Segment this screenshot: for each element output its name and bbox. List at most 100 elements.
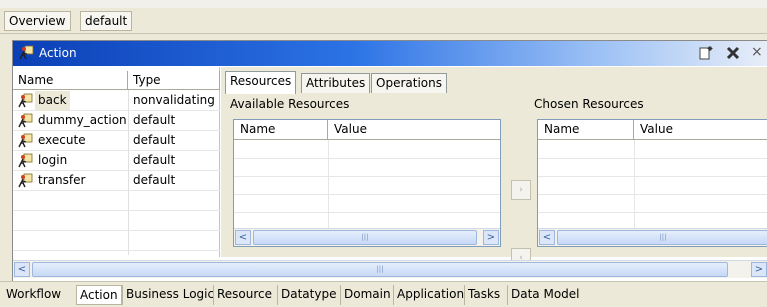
row-type: default bbox=[133, 153, 176, 167]
tab-label: Tasks bbox=[468, 287, 501, 301]
column-header-label: Name bbox=[544, 122, 580, 136]
scroll-left-button[interactable]: < bbox=[14, 262, 30, 277]
table-row[interactable]: dummy_action default bbox=[13, 111, 220, 131]
available-table-header: Name Value bbox=[234, 120, 500, 140]
row-name: login bbox=[38, 153, 68, 167]
empty-row bbox=[13, 211, 220, 231]
row-line bbox=[234, 176, 500, 177]
tab-business-logic[interactable]: Business Logic bbox=[122, 285, 217, 305]
tab-domain[interactable]: Domain bbox=[340, 285, 394, 305]
available-horizontal-scrollbar[interactable]: < ||| > bbox=[234, 228, 500, 246]
detail-pane: Resources Attributes Operations Availabl… bbox=[221, 67, 767, 268]
available-resources-table: Name Value < ||| > bbox=[233, 119, 501, 247]
row-name: transfer bbox=[38, 173, 86, 187]
tab-attributes[interactable]: Attributes bbox=[301, 73, 371, 93]
action-icon bbox=[18, 133, 33, 148]
row-type: default bbox=[133, 133, 176, 147]
tab-action[interactable]: Action bbox=[76, 285, 122, 305]
action-panel: Action × Name Type back nonvalidating du… bbox=[12, 40, 767, 288]
column-header-name-label: Name bbox=[18, 73, 54, 87]
tab-resources[interactable]: Resources bbox=[225, 71, 297, 94]
column-divider bbox=[328, 140, 329, 228]
scroll-thumb[interactable]: ||| bbox=[253, 230, 477, 245]
row-line bbox=[538, 212, 767, 213]
column-header-name[interactable]: Name bbox=[13, 71, 128, 90]
scroll-right-button[interactable]: > bbox=[751, 262, 767, 277]
editor-bottom-tab-bar: Workflow Action Business Logic Resource … bbox=[0, 281, 767, 307]
table-row[interactable]: login default bbox=[13, 151, 220, 171]
scroll-left-button[interactable]: < bbox=[235, 230, 251, 245]
empty-row bbox=[13, 231, 220, 251]
table-row[interactable]: execute default bbox=[13, 131, 220, 151]
row-name: execute bbox=[38, 133, 86, 147]
action-icon bbox=[18, 153, 33, 168]
row-line bbox=[234, 158, 500, 159]
move-right-icon[interactable]: › bbox=[511, 180, 531, 200]
tab-workflow[interactable]: Workflow bbox=[3, 285, 64, 305]
tab-label: Business Logic bbox=[126, 287, 215, 301]
row-type: default bbox=[133, 173, 176, 187]
tab-overview[interactable]: Overview bbox=[4, 11, 71, 31]
chosen-table-header: Name Value bbox=[538, 120, 767, 140]
row-type: default bbox=[133, 113, 176, 127]
new-document-icon[interactable] bbox=[698, 45, 714, 61]
chosen-resources-label: Chosen Resources bbox=[534, 97, 644, 111]
row-line bbox=[538, 158, 767, 159]
close-icon[interactable]: × bbox=[751, 45, 767, 61]
row-line bbox=[234, 194, 500, 195]
tab-label: Action bbox=[80, 288, 118, 302]
row-name: dummy_action bbox=[38, 113, 127, 127]
chosen-horizontal-scrollbar[interactable]: < ||| bbox=[538, 228, 767, 246]
column-header-value[interactable]: Value bbox=[634, 120, 767, 140]
scroll-thumb[interactable]: ||| bbox=[32, 262, 728, 277]
tab-attributes-label: Attributes bbox=[306, 76, 366, 90]
action-icon bbox=[18, 113, 33, 128]
column-header-value[interactable]: Value bbox=[328, 120, 428, 140]
tab-label: Workflow bbox=[6, 287, 62, 301]
column-header-type[interactable]: Type bbox=[128, 71, 220, 90]
scroll-left-button[interactable]: < bbox=[539, 230, 555, 245]
column-header-type-label: Type bbox=[133, 73, 161, 87]
tab-data-model[interactable]: Data Model bbox=[507, 285, 583, 305]
available-resources-label: Available Resources bbox=[230, 97, 350, 111]
tab-resource[interactable]: Resource bbox=[213, 285, 275, 305]
row-name: back bbox=[35, 91, 70, 111]
tab-resources-label: Resources bbox=[230, 74, 292, 88]
tab-operations[interactable]: Operations bbox=[371, 73, 447, 93]
row-line bbox=[538, 194, 767, 195]
panel-title-bar: Action × bbox=[13, 41, 767, 66]
column-header-label: Name bbox=[240, 122, 276, 136]
panel-horizontal-scrollbar[interactable]: < ||| > bbox=[13, 260, 767, 278]
list-header: Name Type bbox=[13, 71, 220, 90]
row-line bbox=[538, 176, 767, 177]
tab-default[interactable]: default bbox=[80, 11, 133, 31]
column-header-name[interactable]: Name bbox=[234, 120, 328, 140]
scroll-right-button[interactable]: > bbox=[483, 230, 499, 245]
empty-row bbox=[13, 191, 220, 211]
column-header-label: Value bbox=[334, 122, 367, 136]
tab-datatype[interactable]: Datatype bbox=[277, 285, 339, 305]
tab-tasks[interactable]: Tasks bbox=[464, 285, 503, 305]
column-header-name[interactable]: Name bbox=[538, 120, 634, 140]
tab-label: Resource bbox=[217, 287, 273, 301]
column-header-label: Value bbox=[640, 122, 673, 136]
column-divider bbox=[634, 140, 635, 228]
action-icon bbox=[18, 93, 33, 108]
scroll-thumb[interactable]: ||| bbox=[557, 230, 767, 245]
action-icon bbox=[18, 173, 33, 188]
editor-tab-bar: Overview default bbox=[0, 8, 767, 34]
tab-label: Domain bbox=[344, 287, 391, 301]
delete-icon[interactable] bbox=[725, 45, 741, 61]
tab-operations-label: Operations bbox=[376, 76, 442, 90]
tab-label: Application bbox=[397, 287, 465, 301]
tab-overview-label: Overview bbox=[9, 14, 66, 28]
table-row[interactable]: transfer default bbox=[13, 171, 220, 191]
tab-default-label: default bbox=[85, 14, 128, 28]
window-top-strip bbox=[0, 0, 767, 8]
table-row[interactable]: back nonvalidating bbox=[13, 91, 220, 111]
tab-label: Datatype bbox=[281, 287, 337, 301]
row-type: nonvalidating bbox=[133, 93, 215, 107]
tab-application[interactable]: Application bbox=[393, 285, 467, 305]
chosen-resources-table: Name Value < ||| bbox=[537, 119, 767, 247]
row-line bbox=[234, 212, 500, 213]
